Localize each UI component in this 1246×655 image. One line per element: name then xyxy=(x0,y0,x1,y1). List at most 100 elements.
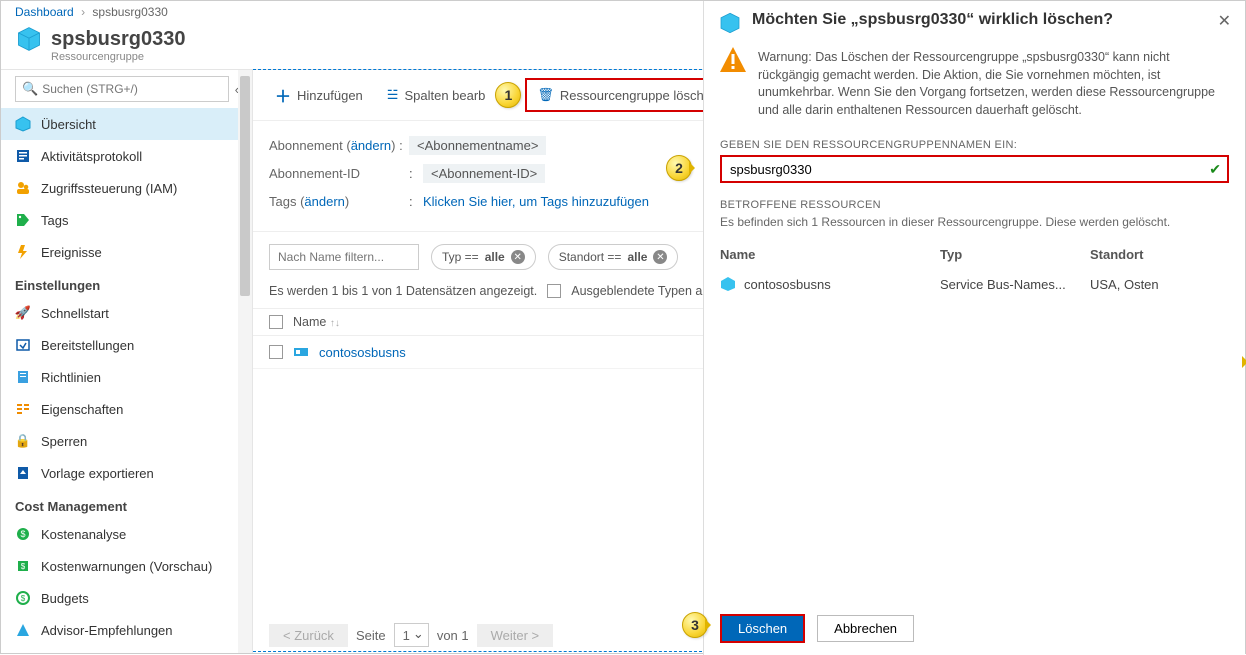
sidebar-item-overview[interactable]: Übersicht xyxy=(1,108,252,140)
page-title: spsbusrg0330 xyxy=(51,28,186,51)
sidebar-item-label: Kostenwarnungen (Vorschau) xyxy=(41,559,212,574)
table-row: contososbusns Service Bus-Names... USA, … xyxy=(720,268,1229,300)
sidebar-item-label: Advisor-Empfehlungen xyxy=(41,623,173,638)
column-name-header[interactable]: Name ↑↓ xyxy=(293,315,340,329)
sidebar-item-label: Ereignisse xyxy=(41,245,102,260)
tag-icon xyxy=(15,212,31,228)
edit-columns-button[interactable]: ☱Spalten bearb xyxy=(377,80,496,110)
resource-group-icon xyxy=(718,11,742,35)
pager-of-label: von 1 xyxy=(437,628,469,643)
sidebar-item-quickstart[interactable]: 🚀 Schnellstart xyxy=(1,297,252,329)
sidebar-item-label: Bereitstellungen xyxy=(41,338,134,353)
affected-heading: BETROFFENE RESSOURCEN xyxy=(720,199,1229,211)
rocket-icon: 🚀 xyxy=(15,305,31,321)
add-button[interactable]: ＋Hinzufügen xyxy=(265,80,373,110)
delete-resource-group-highlight: 🗑 Ressourcengruppe löschen xyxy=(525,78,730,112)
scrollbar[interactable] xyxy=(238,70,252,653)
columns-icon: ☱ xyxy=(387,87,399,103)
sidebar-item-iam[interactable]: Zugriffssteuerung (IAM) xyxy=(1,172,252,204)
resource-name: contososbusns xyxy=(744,277,831,292)
callout-1: 1 xyxy=(495,82,521,108)
delete-button[interactable]: Löschen xyxy=(720,614,805,643)
affected-resources-table: Name Typ Standort contososbusns Service … xyxy=(704,233,1245,308)
breadcrumb-root[interactable]: Dashboard xyxy=(15,5,74,19)
hidden-types-checkbox[interactable] xyxy=(547,284,561,298)
clear-icon[interactable]: ✕ xyxy=(511,250,525,264)
sidebar-item-label: Sperren xyxy=(41,434,87,449)
panel-title: Möchten Sie „spsbusrg0330“ wirklich lösc… xyxy=(752,11,1208,29)
service-bus-icon xyxy=(293,344,309,360)
sidebar-item-cost-analysis[interactable]: $Kostenanalyse xyxy=(1,518,252,550)
svg-text:$: $ xyxy=(21,562,26,571)
close-icon[interactable]: ✕ xyxy=(1218,11,1231,31)
select-all-checkbox[interactable] xyxy=(269,315,283,329)
svg-text:$: $ xyxy=(20,529,25,539)
lightning-icon xyxy=(15,244,31,260)
resource-location: USA, Osten xyxy=(1090,277,1229,292)
lock-icon: 🔒 xyxy=(15,433,31,449)
budget-icon: $ xyxy=(15,590,31,606)
add-tags-link[interactable]: Klicken Sie hier, um Tags hinzuzufügen xyxy=(423,194,649,209)
warning-icon xyxy=(718,45,748,75)
sidebar-section-cost: Cost Management xyxy=(1,489,252,518)
name-filter-input[interactable] xyxy=(269,244,419,270)
change-tags-link[interactable]: ändern xyxy=(304,194,344,209)
delete-resource-group-button[interactable]: 🗑 Ressourcengruppe löschen xyxy=(529,80,726,110)
breadcrumb-current: spsbusrg0330 xyxy=(92,5,167,19)
change-subscription-link[interactable]: ändern xyxy=(351,138,391,153)
sidebar-item-deployments[interactable]: Bereitstellungen xyxy=(1,329,252,361)
warning-text: Warnung: Das Löschen der Ressourcengrupp… xyxy=(758,49,1229,119)
confirm-name-input[interactable] xyxy=(720,155,1229,183)
resource-group-icon xyxy=(15,25,43,53)
sidebar-item-cost-alerts[interactable]: $ Kostenwarnungen (Vorschau) xyxy=(1,550,252,582)
confirm-input-label: GEBEN SIE DEN RESSOURCENGRUPPENNAMEN EIN… xyxy=(704,131,1245,155)
resource-type: Service Bus-Names... xyxy=(940,277,1090,292)
row-checkbox[interactable] xyxy=(269,345,283,359)
resource-link[interactable]: contososbusns xyxy=(319,345,406,360)
sidebar-item-tags[interactable]: Tags xyxy=(1,204,252,236)
money-icon: $ xyxy=(15,526,31,542)
subscription-id-value: <Abonnement-ID> xyxy=(423,164,545,183)
pager-back-button[interactable]: < Zurück xyxy=(269,624,348,647)
location-filter-pill[interactable]: Standort == alle✕ xyxy=(548,244,679,270)
add-button-label: Hinzufügen xyxy=(297,88,363,103)
affected-text: Es befinden sich 1 Ressourcen in dieser … xyxy=(720,215,1170,229)
subscription-value: <Abonnementname> xyxy=(409,136,546,155)
pager-page-select[interactable]: 1 xyxy=(394,623,429,647)
delete-confirmation-panel: Möchten Sie „spsbusrg0330“ wirklich lösc… xyxy=(703,1,1245,655)
sidebar-item-activity-log[interactable]: Aktivitätsprotokoll xyxy=(1,140,252,172)
cancel-button[interactable]: Abbrechen xyxy=(817,615,914,642)
export-icon xyxy=(15,465,31,481)
col-location-header: Standort xyxy=(1090,247,1229,262)
sidebar: 🔍 « Übersicht Aktivitätsprotokoll Zugrif… xyxy=(1,70,253,653)
hidden-types-label: Ausgeblendete Typen a xyxy=(571,284,702,298)
sidebar-item-label: Tags xyxy=(41,213,68,228)
sidebar-item-events[interactable]: Ereignisse xyxy=(1,236,252,268)
callout-2: 2 xyxy=(666,155,692,181)
sidebar-item-locks[interactable]: 🔒 Sperren xyxy=(1,425,252,457)
sidebar-item-properties[interactable]: Eigenschaften xyxy=(1,393,252,425)
clear-icon[interactable]: ✕ xyxy=(653,250,667,264)
people-icon xyxy=(15,180,31,196)
trash-icon: 🗑 xyxy=(537,87,554,103)
log-icon xyxy=(15,148,31,164)
sidebar-item-budgets[interactable]: $Budgets xyxy=(1,582,252,614)
pager: < Zurück Seite 1 von 1 Weiter > xyxy=(269,623,553,647)
type-filter-pill[interactable]: Typ == alle✕ xyxy=(431,244,536,270)
deploy-icon xyxy=(15,337,31,353)
pager-page-label: Seite xyxy=(356,628,386,643)
sidebar-item-export-template[interactable]: Vorlage exportieren xyxy=(1,457,252,489)
sidebar-section-settings: Einstellungen xyxy=(1,268,252,297)
advisor-icon xyxy=(15,622,31,638)
search-input[interactable] xyxy=(42,82,222,96)
sidebar-item-advisor[interactable]: Advisor-Empfehlungen xyxy=(1,614,252,646)
sidebar-item-label: Schnellstart xyxy=(41,306,109,321)
tags-label: Tags xyxy=(269,194,296,209)
sidebar-item-label: Aktivitätsprotokoll xyxy=(41,149,142,164)
service-bus-icon xyxy=(720,276,736,292)
callout-3: 3 xyxy=(682,612,708,638)
pager-next-button[interactable]: Weiter > xyxy=(477,624,554,647)
sidebar-item-policies[interactable]: Richtlinien xyxy=(1,361,252,393)
sidebar-item-label: Vorlage exportieren xyxy=(41,466,154,481)
sidebar-search[interactable]: 🔍 xyxy=(15,76,229,102)
